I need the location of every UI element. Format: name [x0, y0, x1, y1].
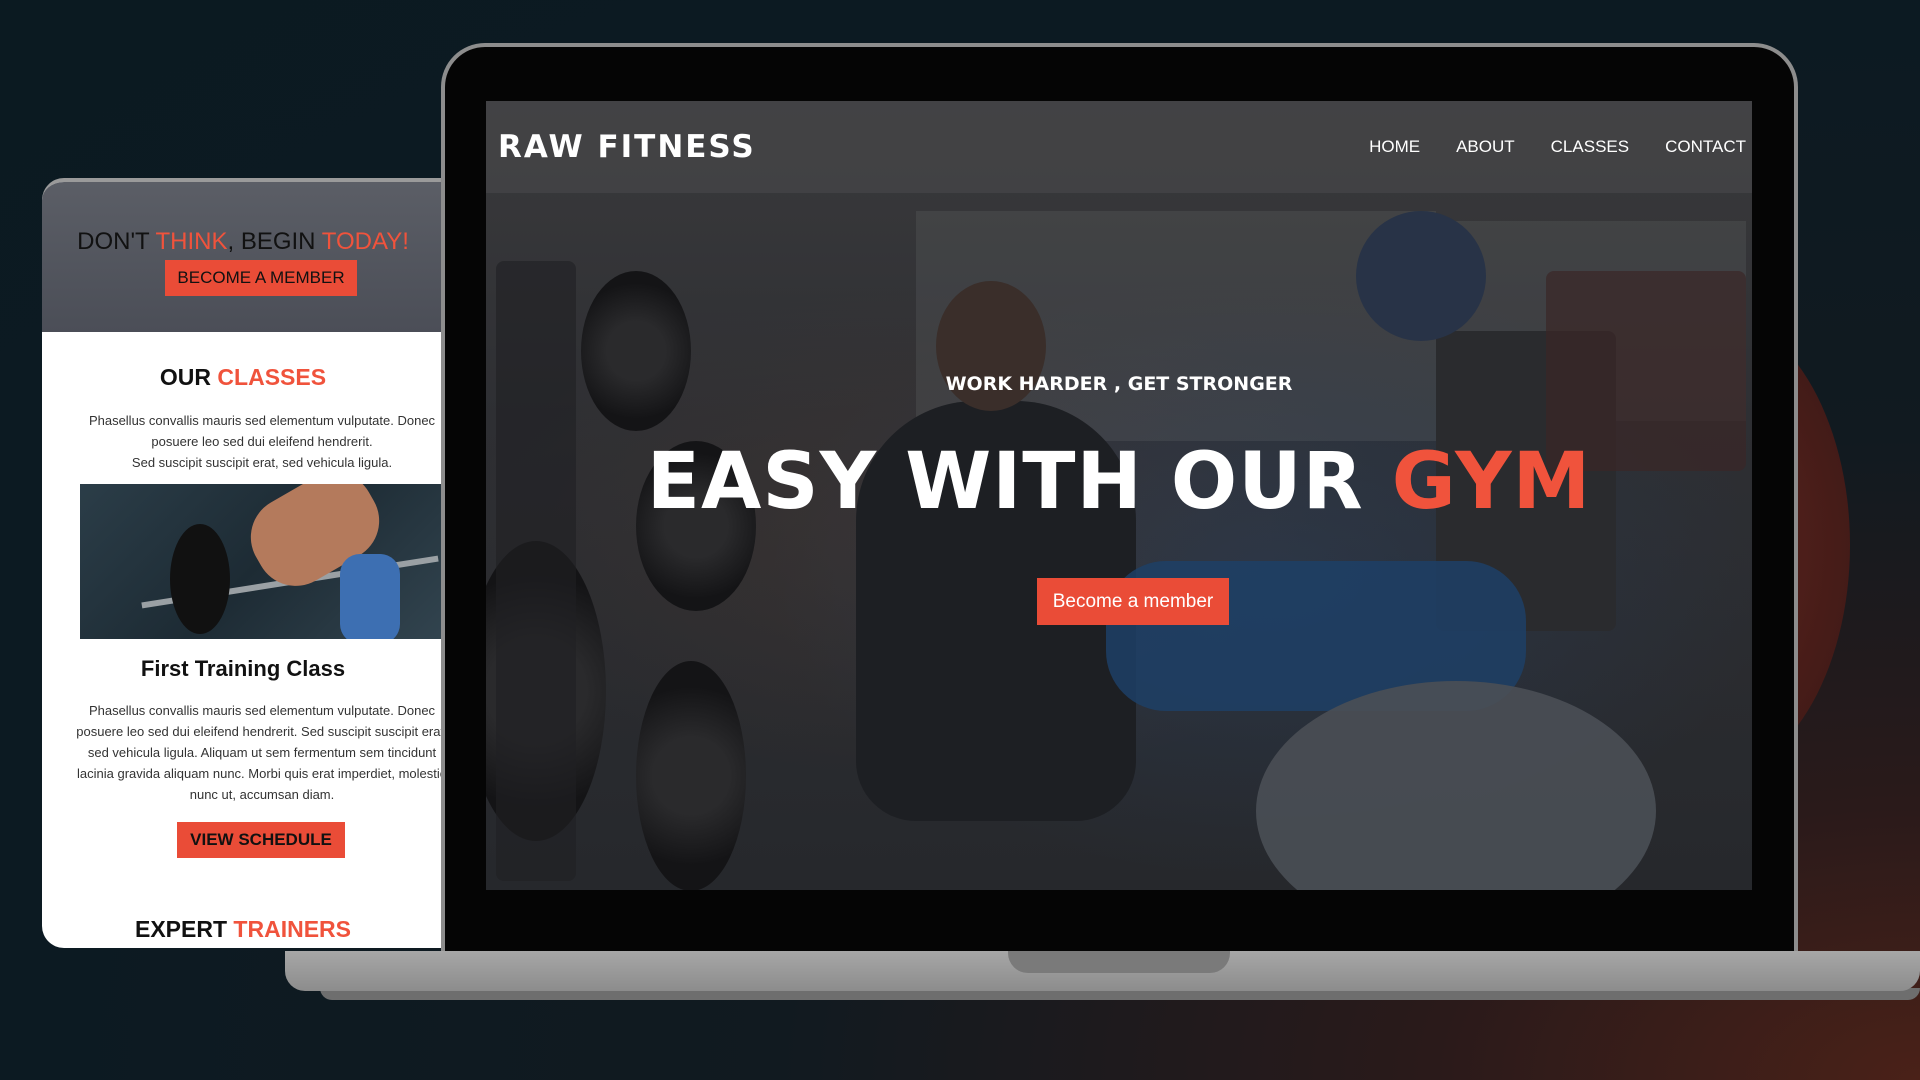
- become-member-button[interactable]: Become a member: [1037, 578, 1229, 625]
- athlete-shoe: [340, 554, 400, 639]
- site-navbar: RAW FITNESS HOME ABOUT CLASSES CONTACT: [486, 101, 1752, 193]
- trainers-section-title: EXPERT TRAINERS: [42, 916, 444, 943]
- mobile-become-member-button[interactable]: BECOME A MEMBER: [165, 260, 357, 296]
- nav-contact[interactable]: CONTACT: [1665, 137, 1746, 157]
- hero-title: EASY WITH OUR GYM: [486, 437, 1752, 527]
- header-title-accent: TODAY!: [321, 228, 409, 255]
- nav-about[interactable]: ABOUT: [1456, 137, 1515, 157]
- classes-title-accent: CLASSES: [217, 364, 327, 390]
- view-schedule-button[interactable]: VIEW SCHEDULE: [177, 822, 345, 858]
- classes-section-title: OUR CLASSES: [42, 364, 444, 391]
- laptop-notch: [1008, 951, 1230, 973]
- header-title-part: DON'T: [77, 228, 156, 255]
- laptop-screen: RAW FITNESS HOME ABOUT CLASSES CONTACT W…: [486, 101, 1752, 890]
- mobile-header: DON'T THINK, BEGIN TODAY! BECOME A MEMBE…: [42, 182, 444, 332]
- medicine-ball: [1356, 211, 1486, 341]
- weight-plate: [636, 661, 746, 890]
- class-title: First Training Class: [140, 656, 346, 681]
- header-title-part: , BEGIN: [227, 228, 322, 255]
- nav-classes[interactable]: CLASSES: [1551, 137, 1629, 157]
- hero-tagline: WORK HARDER , GET STRONGER: [945, 373, 1293, 395]
- header-title-accent: THINK: [155, 228, 228, 255]
- nav-home[interactable]: HOME: [1369, 137, 1420, 157]
- classes-intro: Phasellus convallis mauris sed elementum…: [72, 410, 444, 473]
- mobile-preview: DON'T THINK, BEGIN TODAY! BECOME A MEMBE…: [42, 178, 444, 948]
- site-brand[interactable]: RAW FITNESS: [498, 129, 756, 165]
- hero-title-main: EASY WITH OUR: [646, 437, 1364, 527]
- classes-title-part: OUR: [159, 364, 218, 390]
- class-description: Phasellus convallis mauris sed elementum…: [76, 703, 444, 802]
- trainers-title-part: EXPERT: [135, 916, 234, 942]
- class-photo: [80, 484, 444, 639]
- hero-title-accent: GYM: [1391, 437, 1592, 527]
- exercise-ball: [1256, 681, 1656, 890]
- weight-plate: [581, 271, 691, 431]
- barbell-plate: [170, 524, 230, 634]
- mobile-edge: [441, 178, 445, 948]
- classes-intro-line: Sed suscipit suscipit erat, sed vehicula…: [131, 455, 393, 470]
- nav-links: HOME ABOUT CLASSES CONTACT: [1369, 137, 1746, 157]
- mobile-header-title: DON'T THINK, BEGIN TODAY!: [42, 228, 444, 256]
- trainers-title-accent: TRAINERS: [233, 916, 351, 942]
- weight-rack: [496, 261, 576, 881]
- classes-intro-line: Phasellus convallis mauris sed elementum…: [88, 413, 436, 449]
